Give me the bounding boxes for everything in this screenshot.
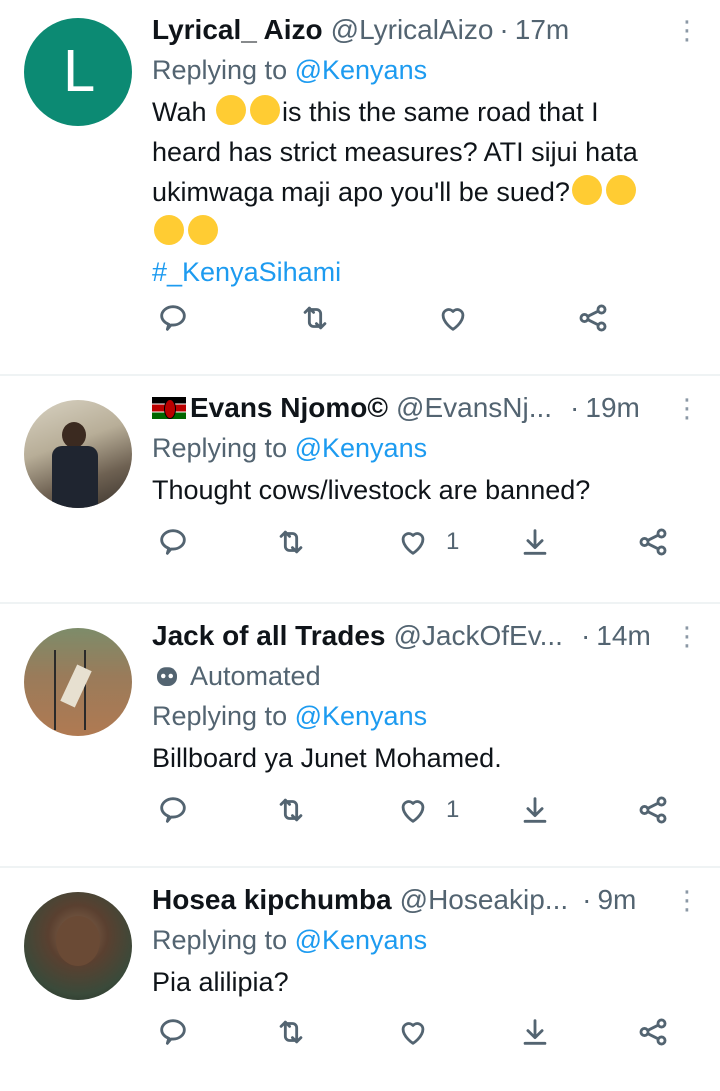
avatar-letter: L (62, 39, 94, 105)
like-count: 1 (446, 796, 460, 823)
display-name[interactable]: Evans Njomo© (190, 390, 388, 426)
tweet-header: Hosea kipchumba @Hoseakip... · 9m ⋮ (152, 882, 700, 918)
share-button[interactable] (576, 301, 610, 335)
retweet-icon (279, 1020, 303, 1044)
joy-emoji-icon (250, 95, 281, 125)
reply-icon (160, 1019, 186, 1045)
replying-to: Replying to @Kenyans (152, 433, 428, 463)
robot-icon (157, 667, 177, 686)
heart-icon (401, 1022, 425, 1045)
share-button[interactable] (636, 525, 670, 559)
display-name[interactable]: Lyrical_ Aizo (152, 12, 323, 48)
user-handle[interactable]: @JackOfEv... (393, 618, 563, 654)
retweet-icon (279, 530, 303, 554)
timestamp[interactable]: 14m (596, 618, 650, 654)
reply-button[interactable] (156, 1015, 190, 1049)
avatar[interactable]: L (24, 18, 132, 126)
download-button[interactable] (518, 1015, 552, 1049)
tweet-text: Thought cows/livestock are banned? (152, 475, 591, 505)
more-options-icon[interactable]: ⋮ (674, 618, 700, 654)
tweet[interactable]: Hosea kipchumba @Hoseakip... · 9m ⋮ Repl… (0, 868, 720, 1091)
retweet-icon (303, 306, 327, 330)
retweet-button[interactable] (274, 793, 308, 827)
heart-icon (401, 800, 425, 823)
joy-emoji-icon (154, 215, 184, 245)
heart-icon (401, 532, 425, 555)
share-button[interactable] (636, 1015, 670, 1049)
separator-dot: · (570, 392, 580, 423)
timestamp[interactable]: 19m (585, 390, 639, 426)
joy-emoji-icon (188, 215, 218, 245)
replying-to: Replying to @Kenyans (152, 701, 428, 731)
retweet-button[interactable] (298, 301, 332, 335)
share-icon (639, 528, 667, 556)
share-icon (579, 304, 607, 332)
tweet[interactable]: L Lyrical_ Aizo @LyricalAizo · 17m ⋮ Rep… (0, 0, 720, 376)
reply-button[interactable] (156, 793, 190, 827)
like-button[interactable] (436, 301, 470, 335)
tweet-text: Pia alilipia? (152, 967, 289, 997)
download-button[interactable] (518, 525, 552, 559)
reply-button[interactable] (156, 525, 190, 559)
user-handle[interactable]: @EvansNj... (396, 390, 552, 426)
joy-emoji-icon (605, 175, 636, 205)
avatar[interactable] (24, 400, 132, 508)
reply-icon (160, 305, 186, 331)
retweet-button[interactable] (274, 1015, 308, 1049)
timestamp[interactable]: 9m (597, 882, 636, 918)
tweet-header: Lyrical_ Aizo @LyricalAizo · 17m ⋮ (152, 12, 700, 48)
kenya-flag-icon (152, 397, 186, 419)
avatar[interactable] (24, 892, 132, 1000)
tweet[interactable]: Jack of all Trades @JackOfEv... · 14m ⋮ … (0, 604, 720, 868)
display-name[interactable]: Hosea kipchumba (152, 882, 392, 918)
reply-button[interactable] (156, 301, 190, 335)
mention-link[interactable]: @Kenyans (295, 925, 427, 955)
display-name[interactable]: Jack of all Trades (152, 618, 385, 654)
like-button[interactable]: 1 (396, 525, 459, 559)
more-options-icon[interactable]: ⋮ (674, 882, 700, 918)
more-options-icon[interactable]: ⋮ (674, 12, 700, 48)
separator-dot: · (580, 620, 591, 651)
automated-label: Automated (152, 658, 700, 694)
thinking-emoji-icon (571, 175, 602, 205)
tweet[interactable]: Evans Njomo© @EvansNj... · 19m ⋮ Replyin… (0, 376, 720, 604)
share-icon (639, 796, 667, 824)
share-button[interactable] (636, 793, 670, 827)
download-icon (523, 529, 547, 555)
tweet-header: Evans Njomo© @EvansNj... · 19m ⋮ (152, 390, 700, 426)
retweet-button[interactable] (274, 525, 308, 559)
reply-icon (160, 797, 186, 823)
joy-emoji-icon (216, 95, 247, 125)
replying-to: Replying to @Kenyans (152, 925, 428, 955)
replying-to: Replying to @Kenyans (152, 55, 428, 85)
heart-icon (441, 308, 465, 331)
user-handle[interactable]: @Hoseakip... (400, 882, 569, 918)
hashtag-link[interactable]: #_KenyaSihami (152, 252, 700, 292)
download-button[interactable] (518, 793, 552, 827)
tweet-header: Jack of all Trades @JackOfEv... · 14m ⋮ (152, 618, 700, 654)
retweet-icon (279, 798, 303, 822)
more-options-icon[interactable]: ⋮ (674, 390, 700, 426)
like-button[interactable] (396, 1015, 430, 1049)
download-icon (523, 797, 547, 823)
mention-link[interactable]: @Kenyans (295, 701, 427, 731)
download-icon (523, 1019, 547, 1045)
tweet-text: Wah is this the same road that I heard h… (152, 92, 700, 252)
like-button[interactable]: 1 (396, 793, 459, 827)
separator-dot: · (499, 14, 509, 45)
separator-dot: · (582, 884, 592, 915)
mention-link[interactable]: @Kenyans (295, 55, 427, 85)
reply-icon (160, 529, 186, 555)
share-icon (639, 1018, 667, 1046)
avatar[interactable] (24, 628, 132, 736)
user-handle[interactable]: @LyricalAizo (331, 12, 494, 48)
mention-link[interactable]: @Kenyans (295, 433, 427, 463)
like-count: 1 (446, 528, 460, 555)
timestamp[interactable]: 17m (515, 12, 569, 48)
tweet-text: Billboard ya Junet Mohamed. (152, 743, 502, 773)
